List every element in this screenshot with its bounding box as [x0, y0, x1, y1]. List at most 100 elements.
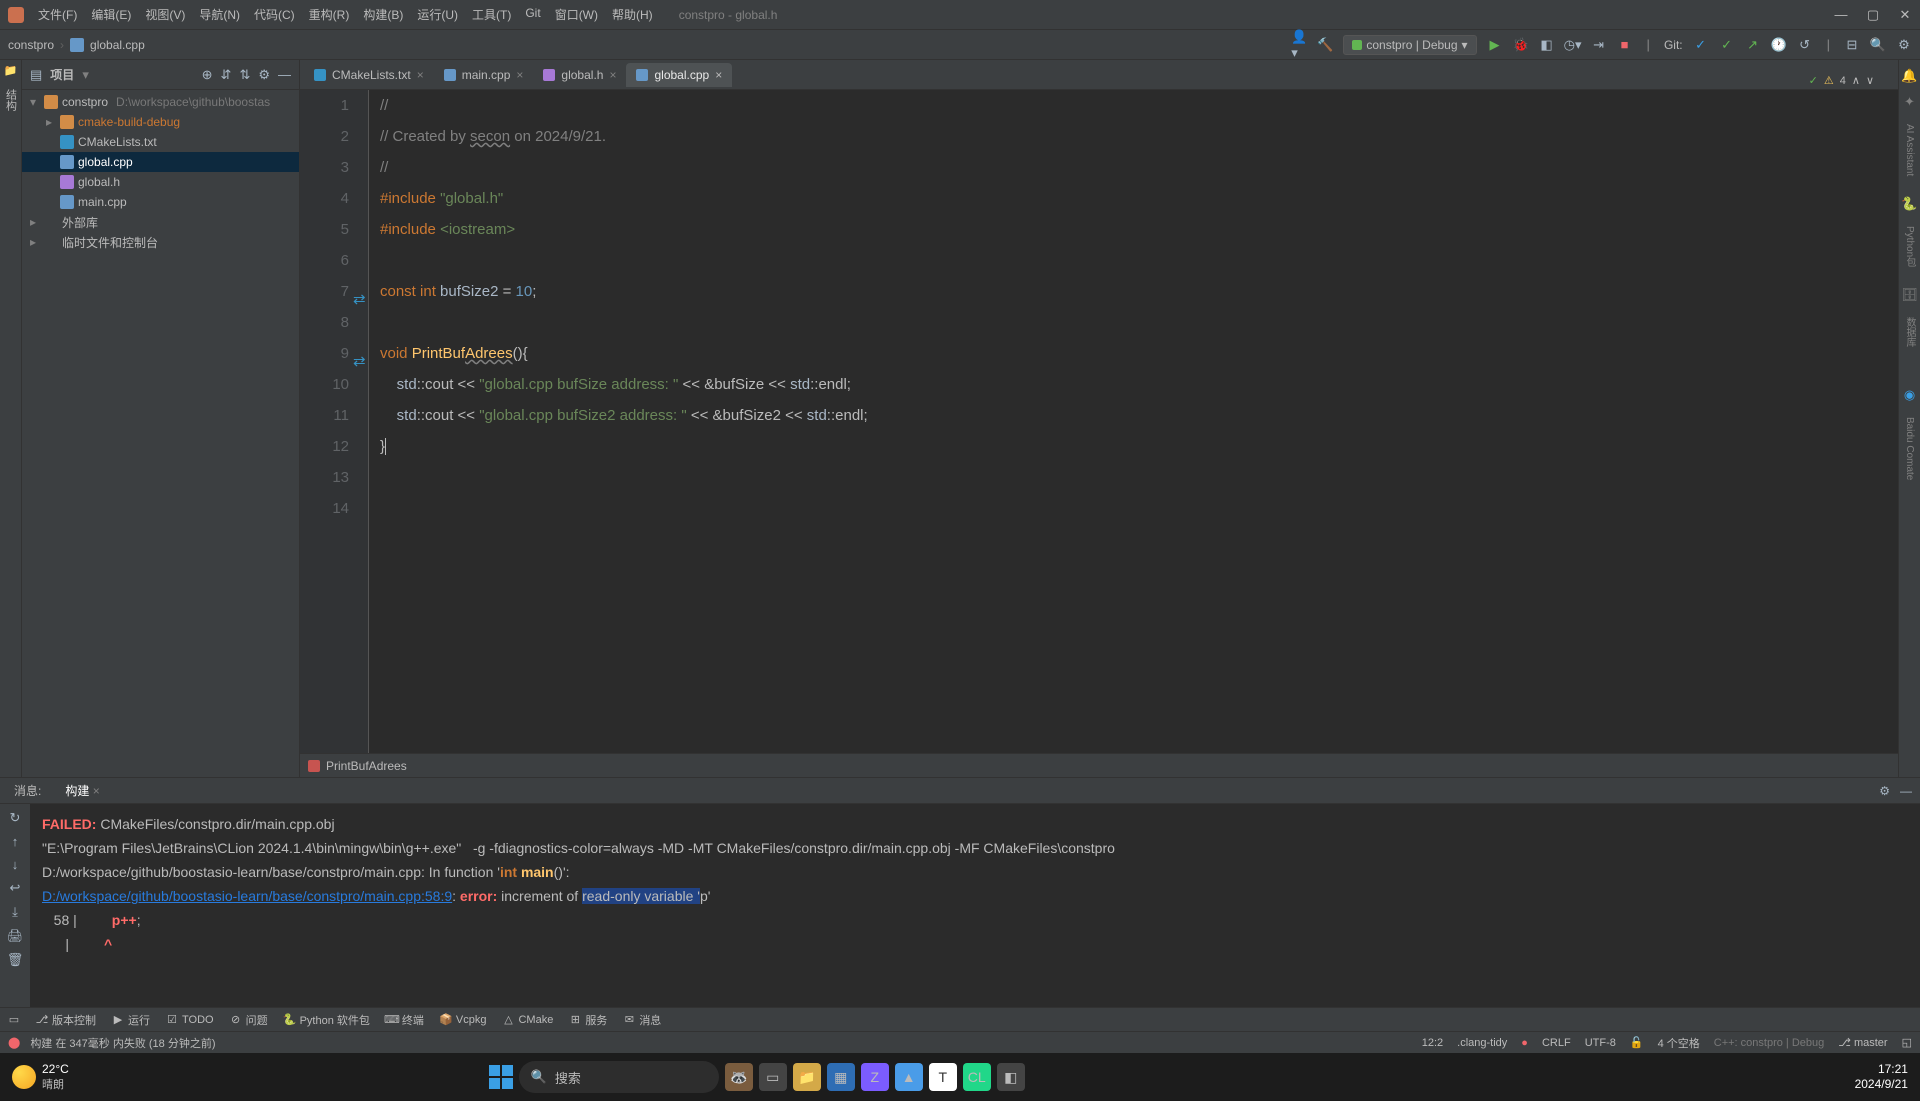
git-branch[interactable]: ⎇ master: [1838, 1036, 1887, 1049]
menu-工具(T)[interactable]: 工具(T): [472, 6, 511, 23]
stop-button[interactable]: ■: [1617, 37, 1633, 53]
down-icon[interactable]: ↓: [12, 857, 19, 872]
tool-运行[interactable]: ▶运行: [112, 1012, 150, 1028]
menu-窗口(W)[interactable]: 窗口(W): [555, 6, 598, 23]
git-update-icon[interactable]: ✓: [1693, 37, 1709, 53]
collapse-all-icon[interactable]: ⇅: [239, 67, 250, 83]
editor-content[interactable]: 1234567⇄89⇄1011121314 //// Created by se…: [300, 90, 1898, 753]
tool-版本控制[interactable]: ⎇版本控制: [36, 1012, 96, 1028]
status-warn-icon[interactable]: ●: [1521, 1037, 1528, 1049]
readonly-icon[interactable]: 🔓: [1630, 1036, 1644, 1049]
build-settings-icon[interactable]: ⚙: [1879, 784, 1890, 798]
encoding[interactable]: UTF-8: [1585, 1037, 1616, 1049]
context[interactable]: C++: constpro | Debug: [1714, 1037, 1824, 1049]
menu-视图(V)[interactable]: 视图(V): [145, 6, 185, 23]
git-rollback-icon[interactable]: ↺: [1797, 37, 1813, 53]
project-tree[interactable]: ▾constproD:\workspace\github\boostas▸cma…: [22, 90, 299, 254]
messages-tab[interactable]: 消息:: [8, 780, 47, 801]
profile-button[interactable]: ◷▾: [1565, 37, 1581, 53]
breadcrumb-project[interactable]: constpro: [8, 38, 54, 52]
taskbar-app-explorer[interactable]: 📁: [793, 1063, 821, 1091]
menu-导航(N)[interactable]: 导航(N): [199, 6, 240, 23]
minimize-button[interactable]: —: [1834, 7, 1848, 23]
git-push-icon[interactable]: ↗: [1745, 37, 1761, 53]
tree-item-main.cpp[interactable]: main.cpp: [22, 192, 299, 212]
notifications-icon[interactable]: 🔔: [1902, 68, 1918, 84]
git-commit-icon[interactable]: ✓: [1719, 37, 1735, 53]
menu-帮助(H)[interactable]: 帮助(H): [612, 6, 653, 23]
tool-终端[interactable]: ⌨终端: [386, 1012, 424, 1028]
tool-CMake[interactable]: △CMake: [502, 1014, 553, 1026]
git-history-icon[interactable]: 🕐: [1771, 37, 1787, 53]
memory-icon[interactable]: ◱: [1902, 1036, 1912, 1049]
search-icon[interactable]: 🔍: [1870, 37, 1886, 53]
taskbar-app-4[interactable]: Z: [861, 1063, 889, 1091]
taskbar-clock[interactable]: 17:21 2024/9/21: [1855, 1062, 1908, 1092]
inspection-strip[interactable]: ✓ ⚠ 4 ∧∨: [1809, 90, 1874, 97]
line-gutter[interactable]: 1234567⇄89⇄1011121314: [300, 90, 368, 753]
tab-global.h[interactable]: global.h×: [533, 63, 626, 87]
expand-all-icon[interactable]: ⇵: [221, 67, 232, 83]
run-button[interactable]: ▶: [1487, 37, 1503, 53]
build-hide-icon[interactable]: —: [1900, 784, 1912, 798]
tree-item-global.h[interactable]: global.h: [22, 172, 299, 192]
status-error-icon[interactable]: ⬤: [8, 1036, 20, 1049]
taskbar-app-6[interactable]: T: [929, 1063, 957, 1091]
tree-item-global.cpp[interactable]: global.cpp: [22, 152, 299, 172]
code-area[interactable]: //// Created by secon on 2024/9/21.//#in…: [368, 90, 1898, 753]
tree-item-CMakeLists.txt[interactable]: CMakeLists.txt: [22, 132, 299, 152]
build-tab[interactable]: 构建 ×: [59, 780, 105, 801]
menu-文件(F)[interactable]: 文件(F): [38, 6, 77, 23]
search-everywhere-icon[interactable]: ⊟: [1844, 37, 1860, 53]
build-output[interactable]: FAILED: CMakeFiles/constpro.dir/main.cpp…: [30, 804, 1920, 1007]
start-button[interactable]: [489, 1065, 513, 1089]
taskbar-app-5[interactable]: ▲: [895, 1063, 923, 1091]
maximize-button[interactable]: ▢: [1866, 7, 1880, 23]
structure-tab[interactable]: 结构: [1, 85, 21, 115]
rerun-icon[interactable]: ↻: [10, 810, 21, 826]
user-icon[interactable]: 👤▾: [1291, 37, 1307, 53]
tab-global.cpp[interactable]: global.cpp×: [626, 63, 732, 87]
taskbar-app-1[interactable]: 🦝: [725, 1063, 753, 1091]
current-function[interactable]: PrintBufAdrees: [326, 759, 407, 773]
run-config-selector[interactable]: constpro | Debug ▾: [1343, 35, 1476, 55]
taskbar-app-2[interactable]: ▭: [759, 1063, 787, 1091]
menu-代码(C)[interactable]: 代码(C): [254, 6, 295, 23]
taskbar-search[interactable]: 🔍 搜索: [519, 1061, 719, 1093]
tool-TODO[interactable]: ☑TODO: [166, 1014, 214, 1026]
show-options-icon[interactable]: ⚙: [258, 67, 270, 83]
clear-icon[interactable]: 🗑: [7, 952, 24, 968]
project-tool-icon[interactable]: 📁: [4, 64, 18, 77]
attach-button[interactable]: ⇥: [1591, 37, 1607, 53]
scroll-end-icon[interactable]: ⤓: [12, 904, 18, 920]
python-pkg-icon[interactable]: 🐍: [1902, 196, 1918, 212]
tool-服务[interactable]: ⊞服务: [569, 1012, 607, 1028]
menu-Git[interactable]: Git: [525, 6, 540, 23]
print-icon[interactable]: 🖨: [7, 928, 24, 944]
debug-button[interactable]: 🐞: [1513, 37, 1529, 53]
soft-wrap-icon[interactable]: ↩: [10, 880, 21, 896]
menu-重构(R)[interactable]: 重构(R): [309, 6, 350, 23]
baidu-comate-icon[interactable]: ◉: [1902, 387, 1918, 403]
caret-position[interactable]: 12:2: [1422, 1037, 1443, 1049]
taskbar-app-7[interactable]: ◧: [997, 1063, 1025, 1091]
tool-Vcpkg[interactable]: 📦Vcpkg: [440, 1014, 487, 1026]
breadcrumb-file[interactable]: global.cpp: [90, 38, 145, 52]
database-icon[interactable]: 🗄: [1902, 287, 1918, 303]
select-opened-icon[interactable]: ⊕: [202, 67, 213, 83]
tree-item-临时文件和控制台[interactable]: ▸临时文件和控制台: [22, 232, 299, 252]
menu-运行(U)[interactable]: 运行(U): [417, 6, 458, 23]
line-ending[interactable]: CRLF: [1542, 1037, 1571, 1049]
hide-panel-icon[interactable]: —: [278, 67, 291, 83]
coverage-button[interactable]: ◧: [1539, 37, 1555, 53]
close-button[interactable]: ✕: [1898, 7, 1912, 23]
ai-assistant-icon[interactable]: ✦: [1902, 94, 1918, 110]
tool-问题[interactable]: ⊘问题: [230, 1012, 268, 1028]
tab-CMakeLists.txt[interactable]: CMakeLists.txt×: [304, 63, 434, 87]
tree-item-constpro[interactable]: ▾constproD:\workspace\github\boostas: [22, 92, 299, 112]
indent[interactable]: 4 个空格: [1658, 1035, 1700, 1051]
build-hammer-icon[interactable]: 🔨: [1317, 37, 1333, 53]
tree-item-cmake-build-debug[interactable]: ▸cmake-build-debug: [22, 112, 299, 132]
tool-Python 软件包[interactable]: 🐍Python 软件包: [284, 1012, 370, 1028]
menu-编辑(E)[interactable]: 编辑(E): [91, 6, 131, 23]
